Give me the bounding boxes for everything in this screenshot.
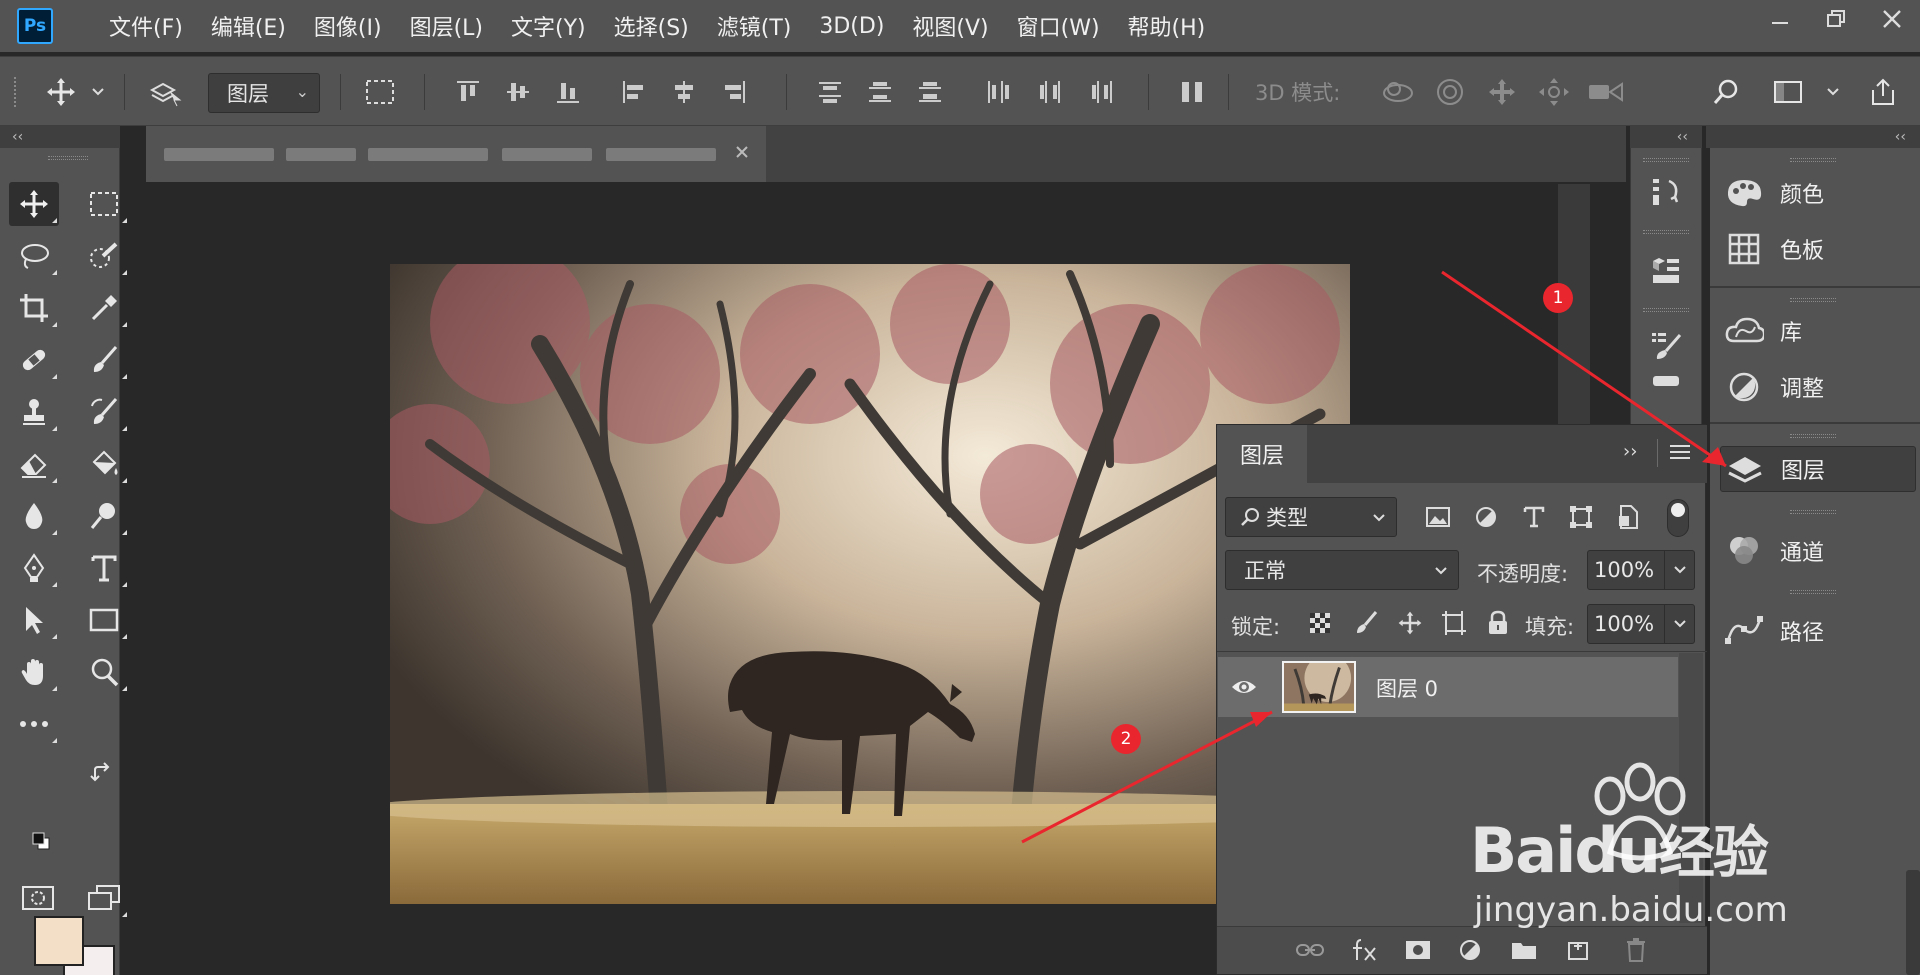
baidu-jingyan-watermark: Baidu经验 jingyan.baidu.com [1470,760,1920,975]
annotation-badge-1: 1 [1543,283,1573,313]
watermark-brand-accent: du [1574,814,1661,887]
watermark-brand: Bai [1470,814,1576,887]
foreground-color-swatch[interactable] [34,916,84,966]
watermark-url: jingyan.baidu.com [1474,890,1788,930]
edge-status-indicator [1906,870,1920,975]
annotation-badge-2: 2 [1111,724,1141,754]
watermark-brand-cn: 经验 [1658,821,1769,886]
